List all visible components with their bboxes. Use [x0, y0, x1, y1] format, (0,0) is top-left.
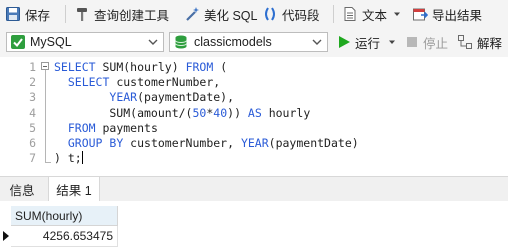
hammer-icon	[77, 8, 87, 21]
table-cell[interactable]: 4256.653475	[11, 226, 118, 247]
code-line: FROM payments	[67, 120, 158, 135]
line-number: 1	[29, 60, 36, 74]
code-line: YEAR(paymentDate),	[109, 90, 235, 105]
chevron-down-icon	[312, 39, 322, 45]
result-grid: SUM(hourly) 4256.653475	[0, 201, 508, 251]
line-number: 2	[29, 75, 36, 90]
dropdown-arrow-icon	[394, 12, 401, 16]
save-button[interactable]: 保存	[5, 4, 50, 24]
parentheses-icon	[265, 7, 275, 21]
line-number: 5	[29, 120, 36, 135]
column-header[interactable]: SUM(hourly)	[11, 206, 118, 226]
chevron-down-icon	[148, 39, 158, 45]
line-number: 7	[29, 151, 36, 166]
toolbar-separator	[65, 5, 66, 23]
dropdown-arrow-icon	[389, 40, 396, 44]
code-line: ) t;	[54, 151, 83, 166]
result-tabs: 信息 结果 1	[0, 176, 508, 202]
connection-select[interactable]: MySQL	[6, 32, 164, 52]
line-number: 4	[29, 105, 36, 120]
fold-guide	[44, 70, 46, 162]
save-icon	[6, 7, 20, 21]
main-toolbar: 保存 查询创建工具 美化 SQL 代码段 文本 导出结果	[0, 0, 508, 29]
code-line: SELECT SUM(hourly) FROM (	[54, 60, 228, 74]
text-cursor	[81, 151, 83, 165]
mysql-connection-icon	[11, 35, 25, 49]
export-results-button[interactable]: 导出结果	[412, 4, 482, 24]
stop-icon	[407, 37, 417, 47]
fold-guide-end	[44, 162, 51, 163]
code-line: GROUP BY customerNumber, YEAR(paymentDat…	[67, 136, 359, 150]
database-select[interactable]: classicmodels	[169, 32, 328, 52]
query-builder-button[interactable]: 查询创建工具	[74, 4, 169, 24]
current-row-arrow-icon	[3, 231, 9, 241]
magic-wand-icon	[186, 7, 199, 21]
code-line: SUM(amount/(50*40)) AS hourly	[54, 105, 311, 120]
document-icon	[344, 7, 356, 21]
explain-icon	[458, 35, 472, 49]
tab-info[interactable]: 信息	[0, 177, 44, 201]
line-number: 6	[29, 136, 36, 150]
line-number-gutter: 1 2 3 4 5 6 7	[0, 57, 40, 175]
export-icon	[413, 8, 428, 21]
code-line: SELECT customerNumber,	[67, 75, 221, 90]
database-icon	[175, 35, 187, 49]
code-snippet-button[interactable]: 代码段	[262, 4, 320, 24]
run-button[interactable]: 运行	[337, 32, 401, 52]
beautify-sql-button[interactable]: 美化 SQL	[184, 4, 258, 24]
toolbar-separator	[333, 5, 334, 23]
play-icon	[339, 36, 350, 48]
line-number: 3	[29, 90, 36, 105]
stop-button[interactable]: 停止	[405, 32, 448, 52]
explain-button[interactable]: 解释	[457, 32, 502, 52]
tab-result-1[interactable]: 结果 1	[48, 177, 100, 202]
sql-editor[interactable]: 1 2 3 4 5 6 7 SELECT SUM(hourly) FROM ( …	[0, 57, 508, 175]
text-menu-button[interactable]: 文本	[342, 4, 406, 24]
fold-toggle[interactable]	[41, 62, 49, 70]
connection-toolbar: MySQL classicmodels 运行 停止 解释	[0, 28, 508, 58]
